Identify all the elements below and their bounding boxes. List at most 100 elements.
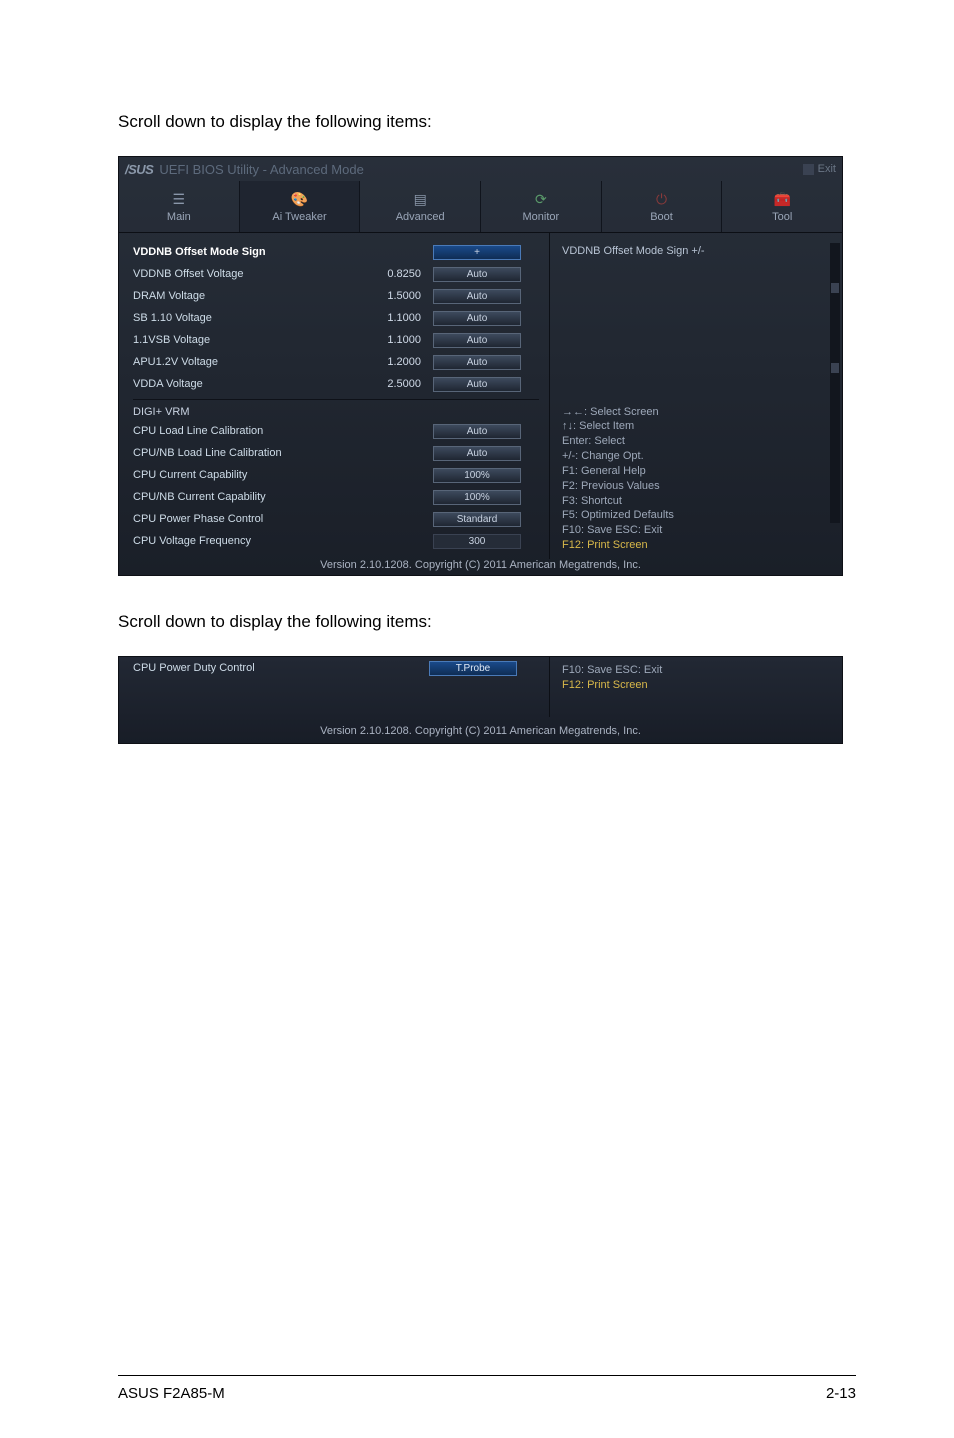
asus-logo: /SUS — [125, 162, 153, 177]
setting-button[interactable]: Auto — [433, 333, 521, 348]
tab-tool[interactable]: 🧰 Tool — [722, 181, 842, 232]
bios-version-footer: Version 2.10.1208. Copyright (C) 2011 Am… — [119, 559, 842, 571]
setting-label: VDDNB Offset Mode Sign — [133, 246, 353, 258]
setting-button[interactable]: Auto — [433, 446, 521, 461]
setting-button[interactable]: 100% — [433, 468, 521, 483]
setting-label: CPU Power Duty Control — [119, 662, 429, 674]
setting-value: 1.5000 — [353, 290, 433, 302]
tab-advanced[interactable]: ▤ Advanced — [360, 181, 481, 232]
page-number: 2-13 — [826, 1385, 856, 1402]
chip-icon: ▤ — [414, 191, 427, 208]
digi-vrm-header: DIGI+ VRM — [133, 406, 539, 418]
setting-label: CPU Current Capability — [133, 469, 433, 481]
help-line: Enter: Select — [562, 434, 830, 449]
help-keys: →←: Select Screen ↑↓: Select Item Enter:… — [562, 405, 830, 553]
exit-label: Exit — [818, 163, 836, 175]
setting-value: 0.8250 — [353, 268, 433, 280]
tab-advanced-label: Advanced — [396, 211, 445, 223]
help-line: F1: General Help — [562, 464, 830, 479]
setting-row[interactable]: CPU Voltage Frequency 300 — [133, 530, 539, 552]
setting-button[interactable]: Auto — [433, 311, 521, 326]
tab-main-label: Main — [167, 211, 191, 223]
info-panel: F10: Save ESC: Exit F12: Print Screen — [549, 657, 842, 717]
bios-title: UEFI BIOS Utility - Advanced Mode — [159, 162, 363, 177]
setting-row[interactable]: APU1.2V Voltage 1.2000 Auto — [133, 351, 539, 373]
help-line: →←: Select Screen — [562, 405, 830, 420]
setting-button[interactable]: Auto — [433, 377, 521, 392]
setting-label: VDDA Voltage — [133, 378, 353, 390]
instruction-2: Scroll down to display the following ite… — [118, 612, 856, 632]
setting-value: 1.2000 — [353, 356, 433, 368]
setting-row[interactable]: DRAM Voltage 1.5000 Auto — [133, 285, 539, 307]
help-line: F12: Print Screen — [562, 678, 830, 693]
setting-value: 2.5000 — [353, 378, 433, 390]
page-footer: ASUS F2A85-M 2-13 — [118, 1385, 856, 1402]
setting-button[interactable]: T.Probe — [429, 661, 517, 676]
setting-label: CPU/NB Load Line Calibration — [133, 447, 433, 459]
setting-row[interactable]: CPU Load Line Calibration Auto — [133, 420, 539, 442]
help-line: F2: Previous Values — [562, 479, 830, 494]
setting-button[interactable]: Auto — [433, 424, 521, 439]
setting-button[interactable]: 100% — [433, 490, 521, 505]
footer-left: ASUS F2A85-M — [118, 1385, 225, 1402]
setting-input[interactable]: 300 — [433, 534, 521, 549]
exit-icon — [803, 164, 814, 175]
setting-row[interactable]: CPU Current Capability 100% — [133, 464, 539, 486]
setting-row[interactable]: SB 1.10 Voltage 1.1000 Auto — [133, 307, 539, 329]
setting-label: CPU/NB Current Capability — [133, 491, 433, 503]
setting-label: CPU Voltage Frequency — [133, 535, 433, 547]
setting-label: APU1.2V Voltage — [133, 356, 353, 368]
setting-value: 1.1000 — [353, 334, 433, 346]
list-icon: ☰ — [173, 191, 186, 208]
help-line: F5: Optimized Defaults — [562, 508, 830, 523]
bios-titlebar: /SUS UEFI BIOS Utility - Advanced Mode E… — [119, 157, 842, 181]
tab-monitor-label: Monitor — [523, 211, 560, 223]
setting-label: CPU Load Line Calibration — [133, 425, 433, 437]
bios-version-footer: Version 2.10.1208. Copyright (C) 2011 Am… — [119, 725, 842, 737]
settings-panel: CPU Power Duty Control T.Probe — [119, 657, 549, 717]
help-line: +/-: Change Opt. — [562, 449, 830, 464]
setting-label: DRAM Voltage — [133, 290, 353, 302]
tab-boot[interactable]: ⏻ Boot — [602, 181, 723, 232]
setting-row[interactable]: CPU Power Duty Control T.Probe — [119, 657, 549, 679]
setting-value: 1.1000 — [353, 312, 433, 324]
setting-row[interactable]: VDDNB Offset Voltage 0.8250 Auto — [133, 263, 539, 285]
setting-button[interactable]: Auto — [433, 267, 521, 282]
exit-button[interactable]: Exit — [803, 163, 836, 175]
setting-button[interactable]: Standard — [433, 512, 521, 527]
setting-label: 1.1VSB Voltage — [133, 334, 353, 346]
help-line: F10: Save ESC: Exit — [562, 523, 830, 538]
setting-row[interactable]: VDDA Voltage 2.5000 Auto — [133, 373, 539, 395]
tab-monitor[interactable]: ⟳ Monitor — [481, 181, 602, 232]
setting-row[interactable]: 1.1VSB Voltage 1.1000 Auto — [133, 329, 539, 351]
palette-icon: 🎨 — [291, 191, 308, 208]
tab-main[interactable]: ☰ Main — [119, 181, 240, 232]
separator — [133, 399, 539, 400]
setting-button[interactable]: + — [433, 245, 521, 260]
help-line: F3: Shortcut — [562, 494, 830, 509]
tab-bar: ☰ Main 🎨 Ai Tweaker ▤ Advanced ⟳ Monitor… — [119, 181, 842, 233]
tab-ai-tweaker[interactable]: 🎨 Ai Tweaker — [240, 181, 361, 232]
tab-boot-label: Boot — [650, 211, 673, 223]
tab-tool-label: Tool — [772, 211, 792, 223]
setting-button[interactable]: Auto — [433, 289, 521, 304]
setting-label: CPU Power Phase Control — [133, 513, 433, 525]
toolbox-icon: 🧰 — [773, 191, 790, 208]
footer-rule — [118, 1375, 856, 1376]
bios-window-2: CPU Power Duty Control T.Probe F10: Save… — [118, 656, 843, 744]
help-line: ↑↓: Select Item — [562, 419, 830, 434]
setting-row[interactable]: CPU Power Phase Control Standard — [133, 508, 539, 530]
settings-panel: VDDNB Offset Mode Sign + VDDNB Offset Vo… — [119, 233, 549, 559]
setting-label: SB 1.10 Voltage — [133, 312, 353, 324]
bios-window-1: /SUS UEFI BIOS Utility - Advanced Mode E… — [118, 156, 843, 576]
instruction-1: Scroll down to display the following ite… — [118, 112, 856, 132]
tab-tweaker-label: Ai Tweaker — [272, 211, 326, 223]
setting-button[interactable]: Auto — [433, 355, 521, 370]
setting-row[interactable]: VDDNB Offset Mode Sign + — [133, 241, 539, 263]
setting-description: VDDNB Offset Mode Sign +/- — [562, 245, 830, 257]
power-icon: ⏻ — [656, 191, 667, 208]
help-line: F12: Print Screen — [562, 538, 830, 553]
setting-row[interactable]: CPU/NB Load Line Calibration Auto — [133, 442, 539, 464]
setting-row[interactable]: CPU/NB Current Capability 100% — [133, 486, 539, 508]
setting-label: VDDNB Offset Voltage — [133, 268, 353, 280]
